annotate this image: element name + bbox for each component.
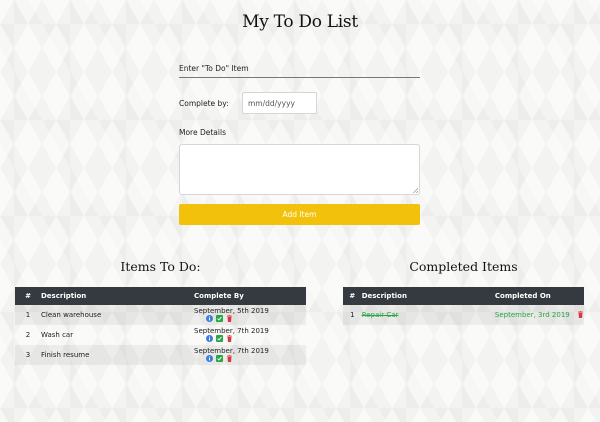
col-completed-on-header: Completed On	[494, 287, 584, 305]
col-num-header: #	[15, 287, 41, 305]
row-actions-cell: September, 3rd 2019	[494, 305, 584, 325]
todo-table-header: # Description Complete By	[15, 287, 306, 305]
todo-item-input[interactable]	[179, 77, 420, 78]
complete-by-date-input[interactable]: mm/dd/yyyy	[242, 92, 317, 114]
row-description-text: Repair Car	[361, 311, 399, 319]
trash-icon[interactable]	[577, 311, 584, 318]
table-row: 1 Repair Car September, 3rd 2019	[343, 305, 584, 325]
row-date: September, 3rd 2019	[494, 311, 570, 319]
row-description: Repair Car	[361, 305, 495, 325]
row-date: September, 7th 2019	[194, 346, 269, 355]
row-description: Clean warehouse	[41, 305, 194, 325]
col-description-header: Description	[41, 287, 194, 305]
check-icon[interactable]	[216, 314, 223, 322]
table-row: 1 Clean warehouse September, 5th 2019	[15, 305, 306, 325]
info-icon[interactable]	[206, 354, 213, 362]
todo-item-label: Enter "To Do" Item	[179, 64, 249, 73]
complete-by-label: Complete by:	[179, 99, 229, 108]
row-num: 1	[15, 305, 41, 325]
col-num-header: #	[343, 287, 362, 305]
row-date: September, 5th 2019	[194, 306, 269, 315]
row-actions-cell: September, 5th 2019	[194, 305, 306, 325]
row-date: September, 7th 2019	[194, 326, 269, 335]
info-icon[interactable]	[206, 314, 213, 322]
add-item-button[interactable]: Add Item	[179, 204, 420, 225]
row-actions-cell: September, 7th 2019	[194, 345, 306, 365]
info-icon[interactable]	[206, 334, 213, 342]
col-complete-by-header: Complete By	[194, 287, 306, 305]
row-description: Wash car	[41, 331, 74, 339]
completed-table: # Description Completed On 1 Repair Car …	[343, 287, 584, 325]
row-description: Finish resume	[41, 345, 194, 365]
row-actions-cell: September, 7th 2019	[194, 325, 306, 345]
trash-icon[interactable]	[226, 354, 233, 362]
table-row: 2 Wash car September, 7th 2019	[15, 325, 306, 345]
row-num: 3	[15, 345, 41, 365]
trash-icon[interactable]	[226, 314, 233, 322]
more-details-label: More Details	[179, 128, 226, 137]
check-icon[interactable]	[216, 334, 223, 342]
table-row: 3 Finish resume September, 7th 2019	[15, 345, 306, 365]
trash-icon[interactable]	[226, 334, 233, 342]
col-description-header: Description	[361, 287, 495, 305]
completed-table-header: # Description Completed On	[343, 287, 584, 305]
more-details-textarea[interactable]	[179, 144, 420, 195]
check-icon[interactable]	[216, 354, 223, 362]
page-title: My To Do List	[242, 12, 358, 32]
completed-section-title: Completed Items	[409, 259, 518, 274]
todo-table: # Description Complete By 1 Clean wareho…	[15, 287, 306, 365]
resize-handle-icon[interactable]	[413, 188, 418, 193]
row-num: 1	[343, 305, 362, 325]
todo-section-title: Items To Do:	[120, 259, 201, 274]
row-num: 2	[25, 331, 31, 339]
